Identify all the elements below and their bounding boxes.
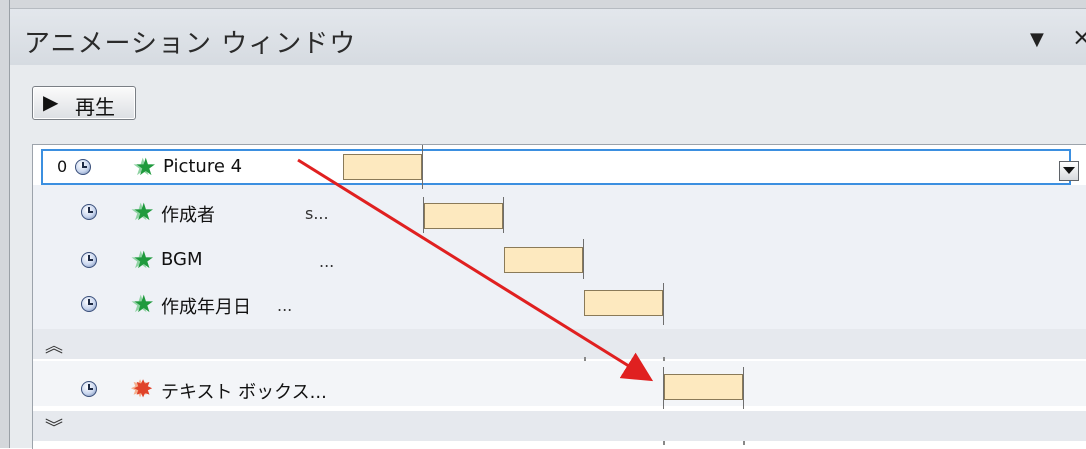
emphasis-effect-star-icon: ✸ xyxy=(133,375,154,403)
pane-title-bar: アニメーション ウィンドウ ▼ × xyxy=(10,9,1086,65)
clock-icon xyxy=(81,381,97,397)
item-name: Picture 4 xyxy=(163,156,243,177)
item-name: 作成者 xyxy=(161,205,215,226)
timeline-tick xyxy=(584,357,586,361)
timeline-tick xyxy=(663,441,665,445)
animation-item-text-box[interactable]: ✸ テキスト ボックス... xyxy=(33,367,1086,407)
clock-icon xyxy=(81,252,97,268)
item-name: 作成年月日 xyxy=(161,297,251,318)
clock-icon xyxy=(81,204,97,220)
animation-item-author[interactable]: ★ 作成者 s... xyxy=(33,193,1086,233)
item-name: テキスト ボックス... xyxy=(161,382,327,403)
timeline-tick xyxy=(583,239,584,279)
clock-icon xyxy=(81,296,97,312)
clock-icon xyxy=(75,159,91,175)
entrance-effect-star-icon: ★ xyxy=(133,290,155,318)
timeline-bar[interactable] xyxy=(343,154,422,180)
timeline-bar[interactable] xyxy=(424,203,503,229)
collapse-group-bar[interactable]: ︽ xyxy=(33,329,1086,359)
play-button-label: 再生 xyxy=(75,95,115,119)
item-extra-text: s... xyxy=(305,204,329,223)
timeline-tick xyxy=(663,283,664,325)
timeline-tick xyxy=(743,367,744,409)
timeline-tick xyxy=(743,441,745,445)
item-order-number: 0 xyxy=(57,157,68,176)
item-extra-text: ... xyxy=(319,252,335,271)
item-options-dropdown-button[interactable] xyxy=(1059,161,1079,181)
pane-close-icon[interactable]: × xyxy=(1072,23,1086,51)
entrance-effect-star-icon: ★ xyxy=(133,198,155,226)
timeline-tick xyxy=(663,367,664,409)
chevron-down-icon xyxy=(1063,167,1075,174)
animation-list: 0 ★ Picture 4 ★ 作成者 s... ★ BGM ... ★ 作成年… xyxy=(32,144,1086,449)
pane-menu-dropdown-icon[interactable]: ▼ xyxy=(1030,29,1044,50)
play-icon: ▶ xyxy=(43,90,59,114)
entrance-effect-star-icon: ★ xyxy=(133,246,155,274)
animation-item-picture-4[interactable]: 0 ★ Picture 4 xyxy=(41,149,1079,185)
expand-group-bar[interactable]: ︾ xyxy=(33,411,1086,441)
timeline-bar[interactable] xyxy=(504,247,583,273)
item-name: BGM xyxy=(161,249,203,270)
pane-toolbar: ▶ 再生 xyxy=(10,66,1086,142)
timeline-tick xyxy=(423,197,424,233)
animation-pane: アニメーション ウィンドウ ▼ × ▶ 再生 0 ★ Picture 4 ★ 作… xyxy=(0,0,1086,449)
animation-item-created-date[interactable]: ★ 作成年月日 ... xyxy=(33,283,1086,323)
entrance-effect-star-icon: ★ xyxy=(135,153,157,181)
collapse-chevron-icon: ︽ xyxy=(45,336,63,357)
pane-left-border xyxy=(0,0,10,448)
timeline-tick xyxy=(503,197,504,233)
timeline-tick xyxy=(663,357,665,361)
pane-top-border xyxy=(0,0,1086,9)
item-extra-text: ... xyxy=(277,296,293,315)
play-button[interactable]: ▶ 再生 xyxy=(32,86,136,120)
timeline-bar[interactable] xyxy=(584,290,663,316)
pane-title: アニメーション ウィンドウ xyxy=(24,29,357,59)
timeline-bar[interactable] xyxy=(664,374,743,400)
expand-chevron-icon: ︾ xyxy=(45,418,63,439)
timeline-tick xyxy=(422,145,423,189)
